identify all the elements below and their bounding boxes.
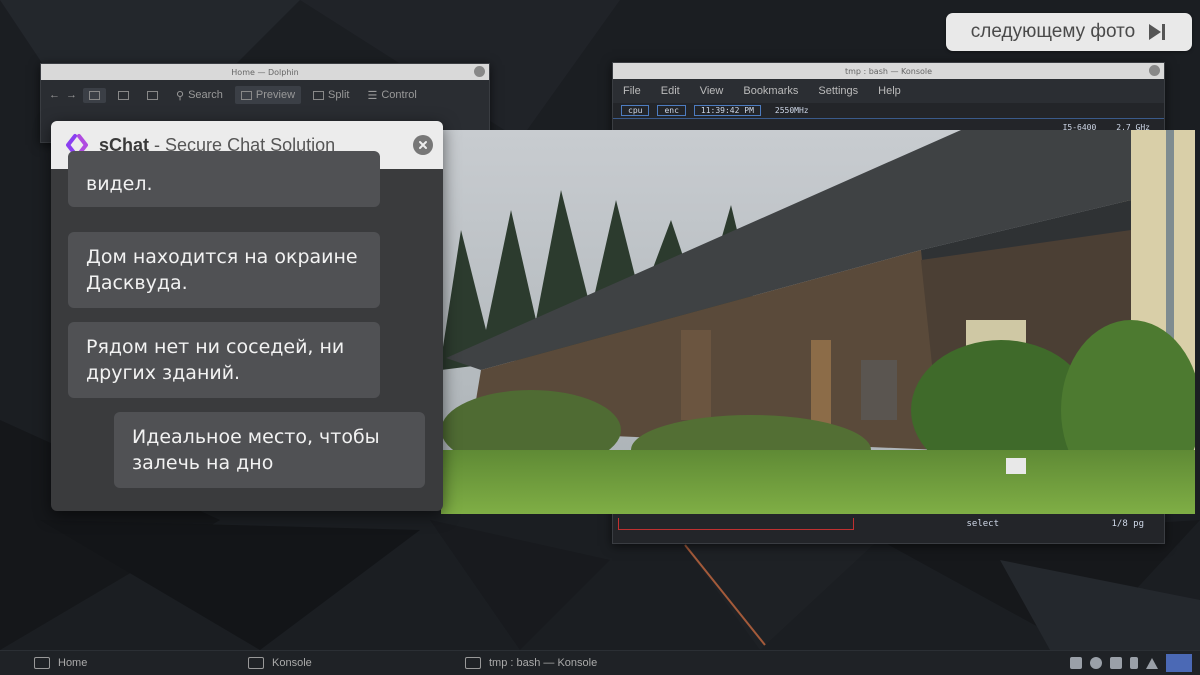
- message-text: Идеальное место, чтобы залечь на дно: [132, 426, 380, 474]
- enc-label: enc: [657, 105, 686, 116]
- message-bubble-incoming: Рядом нет ни соседей, ни других зданий.: [68, 322, 380, 398]
- forward-icon[interactable]: →: [66, 89, 77, 101]
- search-icon: ⚲: [176, 89, 185, 102]
- task-home[interactable]: Home: [34, 657, 87, 669]
- task-label: Konsole: [272, 657, 312, 669]
- konsole-titlebar[interactable]: tmp : bash — Konsole: [613, 63, 1164, 79]
- konsole-menubar: File Edit View Bookmarks Settings Help: [613, 79, 1164, 103]
- folder-icon: [34, 657, 50, 669]
- task-konsole[interactable]: Konsole: [248, 657, 312, 669]
- message-text: Дом находится на окраине Дасквуда.: [86, 246, 358, 294]
- next-photo-button[interactable]: следующему фото: [946, 13, 1192, 51]
- clock-readout: 11:39:42 PM: [693, 105, 761, 116]
- message-bubble-outgoing: Идеальное место, чтобы залечь на дно: [114, 412, 425, 488]
- close-icon: [419, 141, 427, 149]
- split-button[interactable]: Split: [307, 86, 355, 104]
- preview-button[interactable]: Preview: [234, 86, 302, 104]
- file-manager-toolbar: ← → ⚲ Search Preview Split ☰ Control: [41, 80, 489, 110]
- terminal-bottom-bar: select 1/8 pg: [613, 513, 1164, 535]
- skip-next-icon: [1149, 24, 1166, 40]
- terminal-icon: [465, 657, 481, 669]
- select-label: select: [966, 519, 999, 529]
- page-counter: 1/8 pg: [1111, 519, 1144, 529]
- abandoned-barn-photo: [441, 130, 1195, 514]
- menu-help[interactable]: Help: [878, 85, 901, 97]
- file-manager-title: Home — Dolphin: [231, 67, 299, 77]
- message-bubble-incoming: видел.: [68, 151, 380, 207]
- system-tray: [1070, 654, 1192, 672]
- control-button[interactable]: ☰ Control: [361, 86, 422, 105]
- menu-view[interactable]: View: [700, 85, 724, 97]
- close-icon[interactable]: [474, 66, 485, 77]
- download-icon[interactable]: [1090, 657, 1102, 669]
- frequency-readout: 2550MHz: [774, 106, 809, 115]
- chat-messages[interactable]: видел. Дом находится на окраине Дасквуда…: [51, 151, 443, 511]
- task-label: tmp : bash — Konsole: [489, 657, 598, 669]
- back-icon[interactable]: ←: [49, 89, 60, 101]
- message-text: Рядом нет ни соседей, ни других зданий.: [86, 336, 345, 384]
- details-view-button[interactable]: [141, 88, 164, 103]
- cpu-label: cpu: [621, 105, 650, 116]
- message-bubble-incoming: Дом находится на окраине Дасквуда.: [68, 232, 380, 308]
- clipboard-icon[interactable]: [1070, 657, 1082, 669]
- volume-icon[interactable]: [1130, 657, 1138, 669]
- search-button[interactable]: ⚲ Search: [170, 86, 229, 105]
- close-icon[interactable]: [1149, 65, 1160, 76]
- taskbar: Home Konsole tmp : bash — Konsole: [0, 650, 1200, 675]
- menu-bookmarks[interactable]: Bookmarks: [743, 85, 798, 97]
- menu-edit[interactable]: Edit: [661, 85, 680, 97]
- display-icon[interactable]: [1110, 657, 1122, 669]
- close-chat-button[interactable]: [413, 135, 433, 155]
- icons-view-button[interactable]: [83, 87, 106, 103]
- notifications-icon[interactable]: [1146, 657, 1158, 669]
- task-konsole-bash[interactable]: tmp : bash — Konsole: [465, 657, 597, 669]
- terminal-selection-box: [618, 518, 854, 530]
- task-label: Home: [58, 657, 88, 669]
- desktop-pager[interactable]: [1166, 654, 1192, 672]
- compact-view-button[interactable]: [112, 88, 135, 103]
- message-text: видел.: [86, 173, 153, 195]
- konsole-title: tmp : bash — Konsole: [844, 66, 933, 76]
- next-photo-label: следующему фото: [970, 21, 1136, 42]
- terminal-status-bar: cpu enc 11:39:42 PM 2550MHz: [613, 103, 1164, 119]
- file-manager-titlebar[interactable]: Home — Dolphin: [41, 64, 489, 80]
- menu-settings[interactable]: Settings: [818, 85, 858, 97]
- barn-photo-image: [441, 130, 1195, 514]
- menu-file[interactable]: File: [623, 85, 641, 97]
- schat-window[interactable]: sChat - Secure Chat Solution видел. Дом …: [51, 121, 443, 511]
- menu-icon: ☰: [367, 89, 378, 102]
- terminal-icon: [248, 657, 264, 669]
